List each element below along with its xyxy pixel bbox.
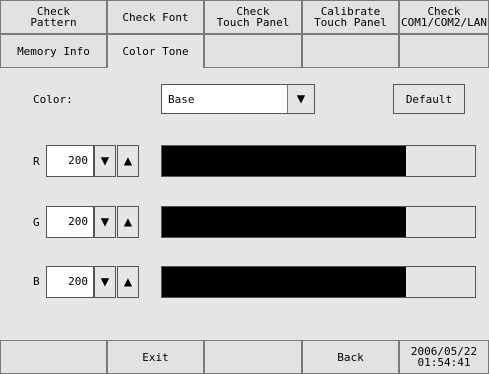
footer-empty-1 — [0, 340, 107, 374]
level-bar-b — [161, 266, 476, 298]
default-button[interactable]: Default — [393, 84, 465, 114]
increment-r-button[interactable]: ▲ — [117, 145, 139, 177]
channel-label-g: G — [33, 216, 40, 229]
tab-empty-3 — [399, 34, 489, 68]
decrement-g-button[interactable]: ▼ — [94, 206, 116, 238]
level-fill-b — [162, 267, 407, 297]
tab-empty-2 — [302, 34, 399, 68]
tab-color-tone[interactable]: Color Tone — [107, 34, 204, 68]
tab-check-touch-panel[interactable]: Check Touch Panel — [204, 0, 302, 34]
decrement-b-button[interactable]: ▼ — [94, 266, 116, 298]
level-bar-r — [161, 145, 476, 177]
increment-g-button[interactable]: ▲ — [117, 206, 139, 238]
color-select[interactable]: Base ▼ — [161, 84, 315, 114]
color-select-value: Base — [168, 93, 195, 106]
tab-check-com[interactable]: Check COM1/COM2/LAN — [399, 0, 489, 34]
tab-empty-1 — [204, 34, 302, 68]
channel-label-r: R — [33, 155, 40, 168]
channel-value-b[interactable]: 200 — [46, 266, 94, 298]
level-bar-g — [161, 206, 476, 238]
channel-label-b: B — [33, 275, 40, 288]
decrement-r-button[interactable]: ▼ — [94, 145, 116, 177]
channel-value-r[interactable]: 200 — [46, 145, 94, 177]
increment-b-button[interactable]: ▲ — [117, 266, 139, 298]
channel-value-g[interactable]: 200 — [46, 206, 94, 238]
footer-empty-2 — [204, 340, 302, 374]
time-text: 01:54:41 — [417, 356, 471, 369]
tab-check-font[interactable]: Check Font — [107, 0, 204, 34]
tab-check-pattern[interactable]: Check Pattern — [0, 0, 107, 34]
tab-memory-info[interactable]: Memory Info — [0, 34, 107, 68]
chevron-down-icon[interactable]: ▼ — [287, 85, 314, 113]
tab-calibrate-touch-panel[interactable]: Calibrate Touch Panel — [302, 0, 399, 34]
datetime-display: 2006/05/22 01:54:41 — [399, 340, 489, 374]
exit-button[interactable]: Exit — [107, 340, 204, 374]
level-fill-g — [162, 207, 407, 237]
color-label: Color: — [33, 93, 73, 106]
back-button[interactable]: Back — [302, 340, 399, 374]
level-fill-r — [162, 146, 407, 176]
